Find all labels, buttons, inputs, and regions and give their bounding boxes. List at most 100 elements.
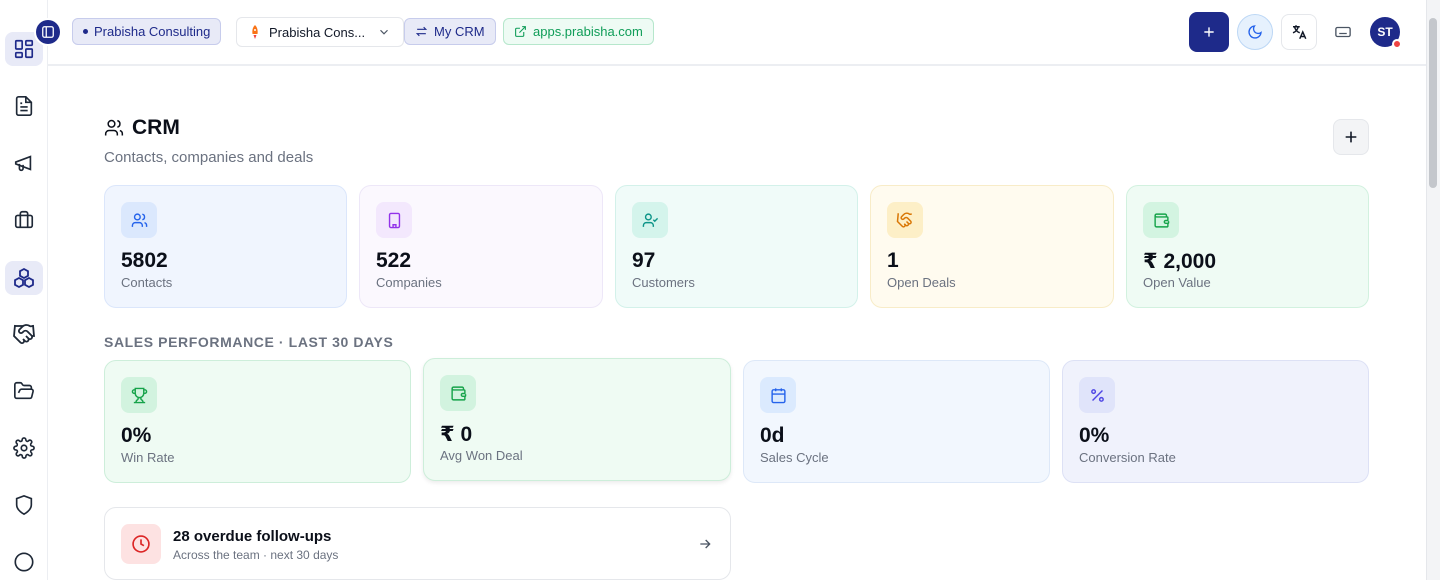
sidebar-item-deals[interactable] — [5, 317, 43, 351]
sidebar-item-files[interactable] — [5, 374, 43, 408]
perf-card-sales-cycle[interactable]: 0d Sales Cycle — [743, 360, 1050, 483]
url-chip[interactable]: apps.prabisha.com — [503, 18, 654, 45]
clock-icon — [132, 535, 150, 553]
perf-card-win-rate[interactable]: 0% Win Rate — [104, 360, 411, 483]
perf-card-avg-won-deal[interactable]: ₹ 0 Avg Won Deal — [423, 358, 731, 481]
sidebar-item-crm[interactable] — [5, 261, 43, 295]
stat-label: Open Value — [1143, 275, 1211, 290]
perf-label: Avg Won Deal — [440, 448, 523, 463]
swap-icon — [415, 26, 428, 37]
sidebar-item-documents[interactable] — [5, 89, 43, 123]
scrollbar-thumb[interactable] — [1429, 18, 1437, 188]
panel-left-icon — [42, 26, 54, 38]
perf-label: Conversion Rate — [1079, 450, 1176, 465]
boxes-icon — [14, 267, 34, 289]
handshake-icon — [13, 324, 35, 344]
language-button[interactable] — [1281, 14, 1317, 50]
page-title: CRM — [104, 116, 313, 140]
users-icon — [131, 212, 147, 227]
plus-icon — [1204, 27, 1214, 37]
perf-value: 0% — [121, 424, 152, 447]
stat-icon-wrap — [887, 202, 923, 238]
arrow-right-icon[interactable] — [697, 536, 713, 552]
stat-value: 522 — [376, 249, 412, 272]
stat-icon-wrap — [376, 202, 412, 238]
overdue-followups-card[interactable]: 28 overdue follow-ups Across the team · … — [104, 507, 731, 580]
stat-label: Companies — [376, 275, 442, 290]
plus-icon — [1345, 131, 1357, 143]
handshake-icon — [896, 212, 912, 228]
building-icon — [388, 212, 400, 228]
add-button[interactable] — [1333, 119, 1369, 155]
topbar: Prabisha Consulting Prabisha Cons... My … — [48, 0, 1426, 66]
perf-icon-wrap — [1079, 377, 1115, 413]
keyboard-shortcuts-button[interactable] — [1325, 14, 1361, 50]
perf-label: Sales Cycle — [760, 450, 829, 465]
quick-add-button[interactable] — [1189, 12, 1229, 52]
megaphone-icon — [14, 155, 32, 172]
shield-icon — [15, 494, 33, 516]
wallet-icon — [1153, 212, 1169, 228]
briefcase-icon — [14, 210, 34, 229]
translate-icon — [1292, 25, 1307, 40]
page-header: CRM Contacts, companies and deals — [104, 116, 313, 166]
status-dot — [83, 29, 88, 34]
stat-value: 1 — [887, 249, 899, 272]
circle-icon — [14, 552, 34, 572]
stat-icon-wrap — [632, 202, 668, 238]
org-chip-label: Prabisha Consulting — [94, 24, 211, 39]
file-text-icon — [15, 96, 33, 116]
percent-icon — [1090, 388, 1104, 402]
moon-icon — [1248, 25, 1262, 39]
folder-open-icon — [14, 381, 34, 400]
keyboard-icon — [1335, 26, 1351, 38]
perf-icon-wrap — [440, 375, 476, 411]
calendar-icon — [770, 387, 786, 403]
module-chip-label: My CRM — [434, 24, 485, 39]
sidebar-item-more[interactable] — [5, 545, 43, 579]
url-chip-label: apps.prabisha.com — [533, 24, 643, 39]
trophy-icon — [131, 387, 147, 403]
sidebar-item-campaigns[interactable] — [5, 146, 43, 180]
sidebar-toggle-button[interactable] — [36, 20, 60, 44]
perf-value: ₹ 0 — [440, 423, 473, 446]
stat-value: ₹ 2,000 — [1143, 250, 1216, 273]
stat-label: Customers — [632, 275, 695, 290]
external-link-icon — [515, 26, 526, 37]
sidebar — [0, 0, 48, 580]
stat-value: 5802 — [121, 249, 168, 272]
stat-card-open-deals[interactable]: 1 Open Deals — [870, 185, 1114, 308]
stat-icon-wrap — [121, 202, 157, 238]
perf-label: Win Rate — [121, 450, 175, 465]
users-icon — [104, 119, 124, 136]
module-chip[interactable]: My CRM — [404, 18, 496, 45]
stat-card-open-value[interactable]: ₹ 2,000 Open Value — [1126, 185, 1369, 308]
theme-toggle-button[interactable] — [1237, 14, 1273, 50]
user-check-icon — [642, 212, 658, 227]
followup-title: 28 overdue follow-ups — [173, 528, 332, 545]
sidebar-item-projects[interactable] — [5, 203, 43, 237]
notification-badge — [1392, 39, 1402, 49]
perf-value: 0% — [1079, 424, 1110, 447]
followup-icon-wrap — [121, 524, 161, 564]
section-label: SALES PERFORMANCE · LAST 30 DAYS — [104, 334, 394, 350]
workspace-switcher-label: Prabisha Cons... — [269, 24, 366, 40]
perf-value: 0d — [760, 424, 785, 447]
chevron-down-icon — [380, 29, 389, 35]
stat-label: Open Deals — [887, 275, 956, 290]
stat-card-customers[interactable]: 97 Customers — [615, 185, 858, 308]
rocket-icon — [252, 25, 258, 39]
org-chip[interactable]: Prabisha Consulting — [72, 18, 222, 45]
grid-icon — [14, 39, 34, 59]
wallet-icon — [450, 385, 466, 401]
sidebar-item-security[interactable] — [5, 488, 43, 522]
workspace-switcher[interactable]: Prabisha Cons... — [236, 17, 405, 47]
page-title-text: CRM — [132, 116, 180, 139]
stat-card-contacts[interactable]: 5802 Contacts — [104, 185, 347, 308]
perf-icon-wrap — [121, 377, 157, 413]
perf-card-conversion-rate[interactable]: 0% Conversion Rate — [1062, 360, 1369, 483]
sidebar-item-settings[interactable] — [5, 431, 43, 465]
stat-value: 97 — [632, 249, 656, 272]
stat-card-companies[interactable]: 522 Companies — [359, 185, 603, 308]
scrollbar[interactable] — [1426, 0, 1440, 580]
